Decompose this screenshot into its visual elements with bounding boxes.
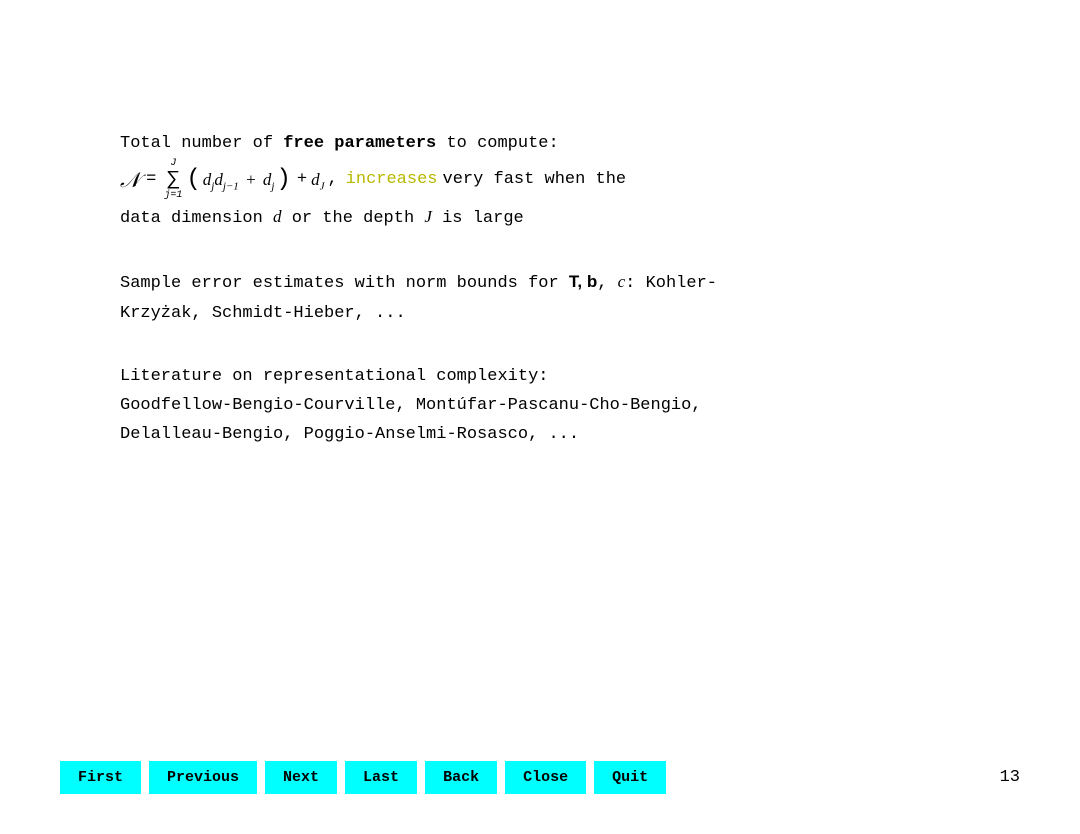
math-T-b: T, b	[569, 272, 597, 291]
math-N: 𝒩	[120, 159, 140, 201]
text-literature-authors-1: Goodfellow-Bengio-Courville, Montúfar-Pa…	[120, 396, 702, 415]
line-literature-1: Literature on representational complexit…	[120, 363, 1000, 390]
text-sample-error-pre: Sample error estimates with norm bounds …	[120, 274, 569, 293]
line-1: Total number of free parameters to compu…	[120, 130, 1000, 157]
text-or-the-depth: or the depth	[282, 209, 425, 228]
math-d: d	[273, 207, 282, 226]
formula-line: 𝒩 = J ∑ j=1 ( djdj−1 + dj ) + dJ , incre…	[120, 159, 1000, 201]
text-free-parameters: free parameters	[283, 134, 436, 153]
math-sigma: J ∑ j=1	[164, 159, 182, 201]
line-dimension: data dimension d or the depth J is large	[120, 203, 1000, 232]
paragraph-free-parameters: Total number of free parameters to compu…	[120, 130, 1000, 232]
back-button[interactable]: Back	[425, 761, 497, 794]
text-literature-authors-2: Delalleau-Bengio, Poggio-Anselmi-Rosasco…	[120, 425, 579, 444]
text-data-dimension: data dimension	[120, 209, 273, 228]
math-plus: +	[297, 163, 307, 197]
page-number: 13	[1000, 768, 1020, 787]
next-button[interactable]: Next	[265, 761, 337, 794]
navigation-bar: First Previous Next Last Back Close Quit…	[60, 761, 1020, 794]
text-is-large: is large	[432, 209, 524, 228]
close-button[interactable]: Close	[505, 761, 586, 794]
math-dJ: dJ	[311, 163, 324, 197]
previous-button[interactable]: Previous	[149, 761, 257, 794]
line-sample-error-2: Krzyżak, Schmidt-Hieber, ...	[120, 300, 1000, 327]
text-literature-title: Literature on representational complexit…	[120, 367, 548, 386]
line-literature-2: Goodfellow-Bengio-Courville, Montúfar-Pa…	[120, 392, 1000, 419]
text-very-fast-when-the: very fast when the	[443, 163, 627, 197]
first-button[interactable]: First	[60, 761, 141, 794]
text-increases: increases	[346, 163, 438, 197]
math-J: J	[424, 207, 432, 226]
text-comma-c: , c: Kohler-	[597, 274, 717, 293]
paragraph-sample-error: Sample error estimates with norm bounds …	[120, 268, 1000, 326]
quit-button[interactable]: Quit	[594, 761, 666, 794]
text-total-number: Total number of	[120, 134, 283, 153]
main-content: Total number of free parameters to compu…	[120, 130, 1000, 484]
math-comma: ,	[327, 163, 337, 197]
math-expr: djdj−1 + dj	[203, 163, 275, 197]
text-krzyzak: Krzyżak, Schmidt-Hieber, ...	[120, 304, 406, 323]
text-to-compute: to compute:	[436, 134, 558, 153]
line-literature-3: Delalleau-Bengio, Poggio-Anselmi-Rosasco…	[120, 421, 1000, 448]
last-button[interactable]: Last	[345, 761, 417, 794]
line-sample-error-1: Sample error estimates with norm bounds …	[120, 268, 1000, 297]
math-close-paren: )	[276, 168, 290, 192]
paragraph-literature: Literature on representational complexit…	[120, 363, 1000, 449]
math-open-paren: (	[186, 168, 200, 192]
math-equals: =	[146, 163, 156, 197]
